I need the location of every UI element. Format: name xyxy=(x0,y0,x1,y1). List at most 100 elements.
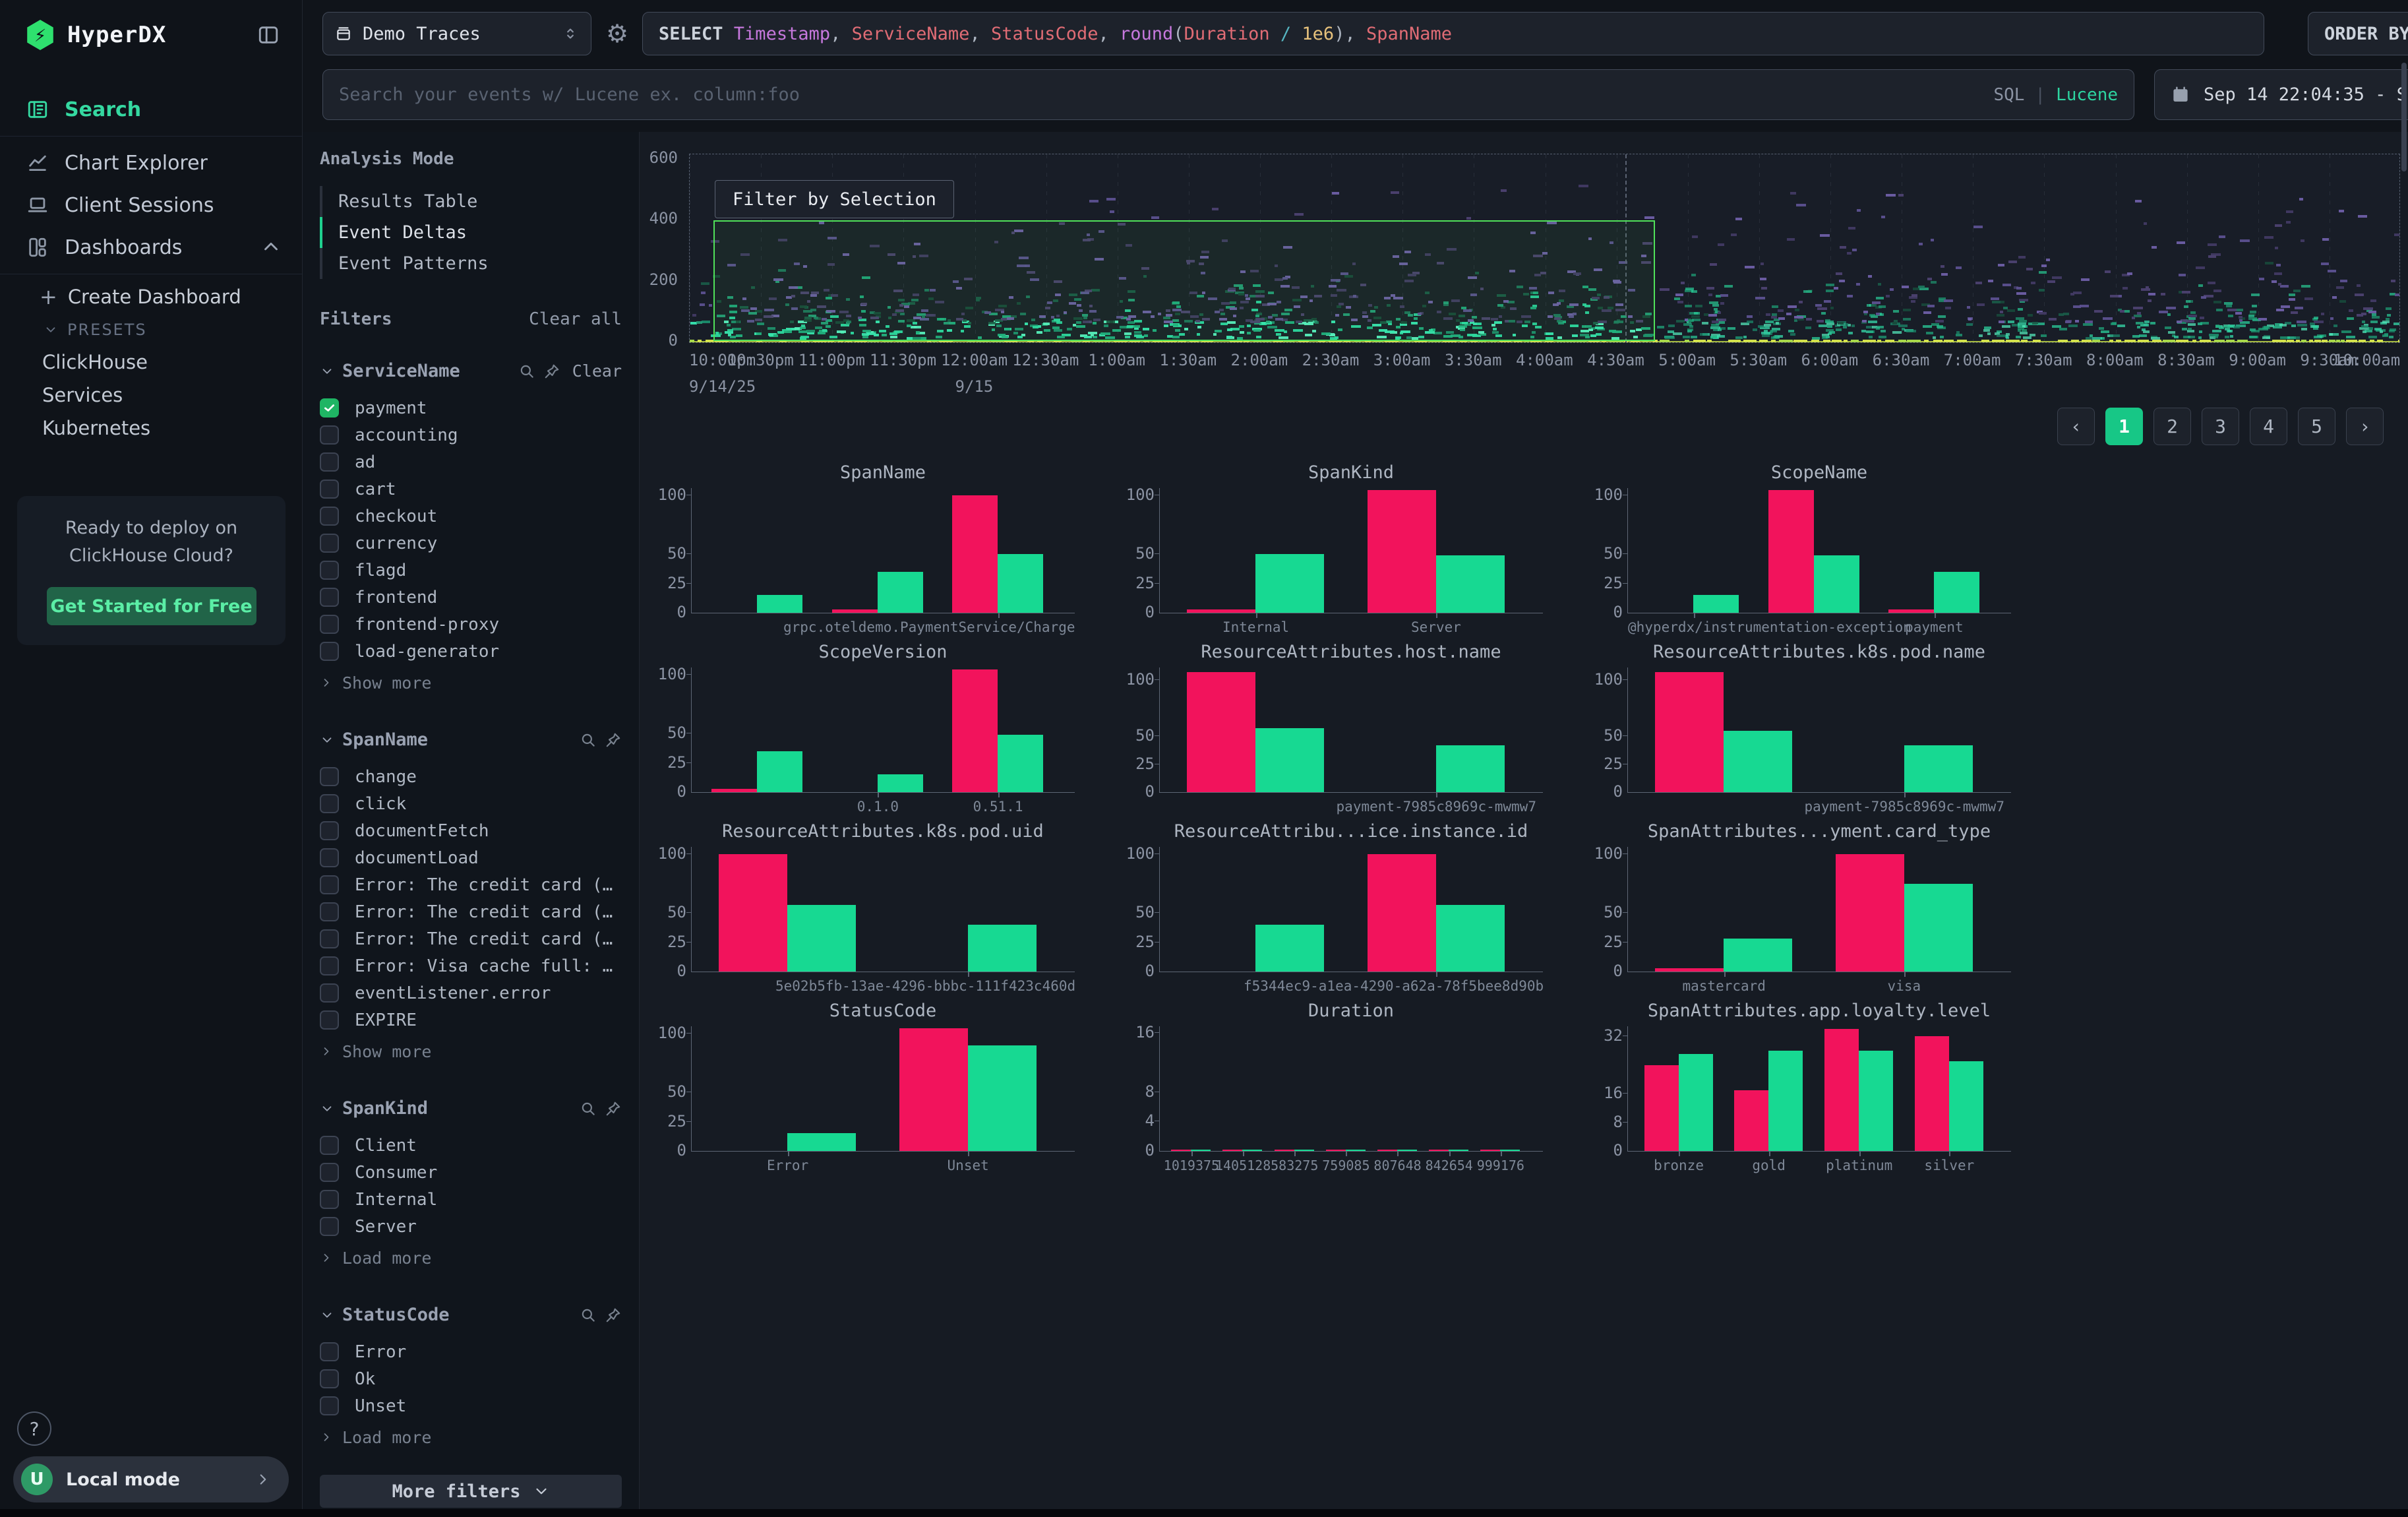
checkbox[interactable] xyxy=(320,1396,339,1415)
checkbox[interactable] xyxy=(320,848,339,867)
checkbox[interactable] xyxy=(320,929,339,948)
filter-option-consumer[interactable]: Consumer xyxy=(320,1159,622,1186)
page-button-1[interactable]: 1 xyxy=(2105,408,2143,445)
checkbox[interactable] xyxy=(320,1369,339,1388)
pin-icon[interactable] xyxy=(605,1307,622,1324)
preset-clickhouse[interactable]: ClickHouse xyxy=(0,346,302,379)
filter-group-header-spankind[interactable]: SpanKind xyxy=(320,1098,622,1119)
preset-kubernetes[interactable]: Kubernetes xyxy=(0,412,302,445)
show-more-spanname[interactable]: Show more xyxy=(320,1036,622,1067)
checkbox[interactable] xyxy=(320,534,339,553)
mini-chart-spanattributes-yment-card-type[interactable]: SpanAttributes...yment.card_type02550100… xyxy=(1589,820,2011,1000)
time-range-picker[interactable]: Sep 14 22:04:35 - Sep 15 10:04:35 xyxy=(2154,69,2408,120)
sidebar-item-chart-explorer[interactable]: Chart Explorer xyxy=(0,142,302,184)
filter-option-expire[interactable]: EXPIRE xyxy=(320,1006,622,1034)
pin-icon[interactable] xyxy=(543,363,560,380)
clear-all-button[interactable]: Clear all xyxy=(529,309,622,329)
checkbox[interactable] xyxy=(320,1342,339,1361)
create-dashboard-button[interactable]: + Create Dashboard xyxy=(0,280,302,314)
filter-group-header-statuscode[interactable]: StatusCode xyxy=(320,1305,622,1325)
search-icon[interactable] xyxy=(580,731,597,749)
filter-option-frontend-proxy[interactable]: frontend-proxy xyxy=(320,611,622,638)
checkbox[interactable] xyxy=(320,1190,339,1209)
filter-group-header-spanname[interactable]: SpanName xyxy=(320,729,622,750)
analysis-mode-event-deltas[interactable]: Event Deltas xyxy=(320,217,622,248)
checkbox[interactable] xyxy=(320,956,339,975)
filter-option-internal[interactable]: Internal xyxy=(320,1186,622,1213)
mini-chart-statuscode[interactable]: StatusCode02550100ErrorUnset xyxy=(653,1000,1075,1179)
checkbox[interactable] xyxy=(320,902,339,921)
mini-chart-scopename[interactable]: ScopeName02550100@hyperdx/instrumentatio… xyxy=(1589,462,2011,641)
analysis-mode-results-table[interactable]: Results Table xyxy=(320,186,622,217)
checkbox[interactable] xyxy=(320,821,339,840)
checkbox[interactable] xyxy=(320,588,339,607)
filter-option-unset[interactable]: Unset xyxy=(320,1392,622,1419)
presets-toggle[interactable]: PRESETS xyxy=(0,314,302,346)
checkbox[interactable] xyxy=(320,875,339,894)
checkbox[interactable] xyxy=(320,398,339,418)
checkbox[interactable] xyxy=(320,983,339,1003)
filter-option-ok[interactable]: Ok xyxy=(320,1365,622,1392)
preset-services[interactable]: Services xyxy=(0,379,302,412)
page-button-4[interactable]: 4 xyxy=(2250,408,2287,445)
mini-chart-resourceattributes-k8s-pod-uid[interactable]: ResourceAttributes.k8s.pod.uid025501005e… xyxy=(653,820,1075,1000)
checkbox[interactable] xyxy=(320,425,339,445)
filter-option-change[interactable]: change xyxy=(320,763,622,790)
checkbox[interactable] xyxy=(320,794,339,813)
page-button-5[interactable]: 5 xyxy=(2298,408,2335,445)
filter-option-client[interactable]: Client xyxy=(320,1132,622,1159)
mini-chart-duration[interactable]: Duration04816101937514051285832757590858… xyxy=(1121,1000,1543,1179)
search-icon[interactable] xyxy=(580,1307,597,1324)
filter-option-flagd[interactable]: flagd xyxy=(320,557,622,584)
collapse-sidebar-icon[interactable] xyxy=(257,24,280,46)
filter-option-error-the-credit-card[interactable]: Error: The credit card (… xyxy=(320,925,622,952)
filter-option-error-the-credit-card[interactable]: Error: The credit card (… xyxy=(320,898,622,925)
pin-icon[interactable] xyxy=(605,731,622,749)
page-button-3[interactable]: 3 xyxy=(2202,408,2239,445)
filter-option-error-the-credit-card[interactable]: Error: The credit card (… xyxy=(320,871,622,898)
search-icon[interactable] xyxy=(580,1100,597,1117)
filter-option-load-generator[interactable]: load-generator xyxy=(320,638,622,665)
checkbox[interactable] xyxy=(320,1136,339,1155)
filter-option-eventlistener-error[interactable]: eventListener.error xyxy=(320,979,622,1006)
checkbox[interactable] xyxy=(320,507,339,526)
filter-option-error[interactable]: Error xyxy=(320,1338,622,1365)
sidebar-item-search[interactable]: Search xyxy=(0,88,302,131)
page-button-2[interactable]: 2 xyxy=(2153,408,2191,445)
mini-chart-resourceattributes-host-name[interactable]: ResourceAttributes.host.name02550100paym… xyxy=(1121,641,1543,820)
checkbox[interactable] xyxy=(320,615,339,634)
filter-option-accounting[interactable]: accounting xyxy=(320,421,622,449)
checkbox[interactable] xyxy=(320,452,339,472)
load-more-spankind[interactable]: Load more xyxy=(320,1243,622,1273)
filter-option-frontend[interactable]: frontend xyxy=(320,584,622,611)
page-prev-button[interactable]: ‹ xyxy=(2057,408,2095,445)
filter-option-click[interactable]: click xyxy=(320,790,622,817)
checkbox[interactable] xyxy=(320,1163,339,1182)
mini-chart-spankind[interactable]: SpanKind02550100InternalServer xyxy=(1121,462,1543,641)
pin-icon[interactable] xyxy=(605,1100,622,1117)
analysis-mode-event-patterns[interactable]: Event Patterns xyxy=(320,248,622,279)
filter-option-currency[interactable]: currency xyxy=(320,530,622,557)
filter-option-checkout[interactable]: checkout xyxy=(320,503,622,530)
orderby-input[interactable]: ORDER BY Timestamp DESC xyxy=(2308,12,2408,55)
sql-mode-toggle[interactable]: SQL xyxy=(1993,85,2024,105)
mini-chart-scopeversion[interactable]: ScopeVersion025501000.1.00.51.1 xyxy=(653,641,1075,820)
select-query-input[interactable]: SELECT Timestamp, ServiceName, StatusCod… xyxy=(642,12,2264,55)
clear-group-button[interactable]: Clear xyxy=(572,361,622,381)
load-more-statuscode[interactable]: Load more xyxy=(320,1422,622,1452)
selection-rect[interactable] xyxy=(713,220,1655,341)
page-next-button[interactable]: › xyxy=(2346,408,2384,445)
mini-chart-spanattributes-app-loyalty-level[interactable]: SpanAttributes.app.loyalty.level081632br… xyxy=(1589,1000,2011,1179)
search-icon[interactable] xyxy=(518,363,535,380)
chevron-up-icon[interactable] xyxy=(260,236,282,259)
filter-option-documentload[interactable]: documentLoad xyxy=(320,844,622,871)
checkbox[interactable] xyxy=(320,1217,339,1236)
mini-chart-resourceattribu-ice-instance-id[interactable]: ResourceAttribu...ice.instance.id0255010… xyxy=(1121,820,1543,1000)
filter-option-payment[interactable]: payment xyxy=(320,394,622,421)
help-button[interactable]: ? xyxy=(17,1411,51,1446)
sidebar-item-client-sessions[interactable]: Client Sessions xyxy=(0,184,302,226)
checkbox[interactable] xyxy=(320,642,339,661)
filter-option-ad[interactable]: ad xyxy=(320,449,622,476)
heatmap-plot[interactable]: Filter by Selection xyxy=(689,154,2400,343)
filter-option-documentfetch[interactable]: documentFetch xyxy=(320,817,622,844)
